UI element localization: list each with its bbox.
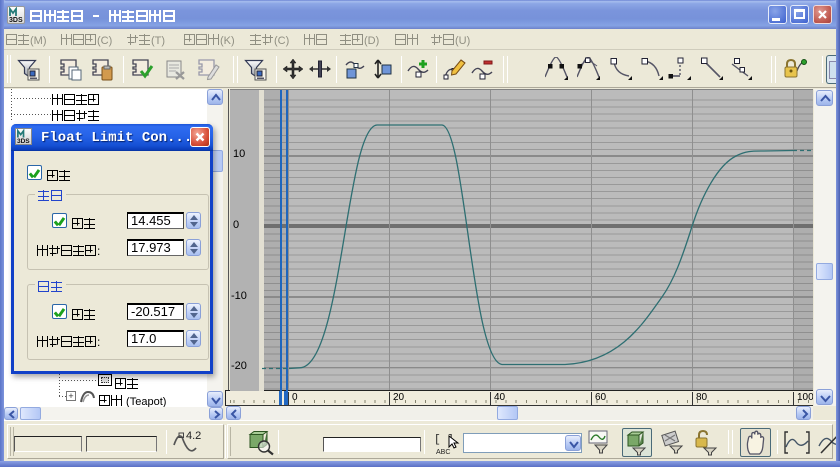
svg-text:4.2: 4.2 bbox=[186, 430, 201, 442]
svg-text:3DS: 3DS bbox=[17, 138, 30, 144]
svg-text:ABC: ABC bbox=[436, 449, 450, 456]
svg-text:3DS: 3DS bbox=[9, 17, 23, 23]
